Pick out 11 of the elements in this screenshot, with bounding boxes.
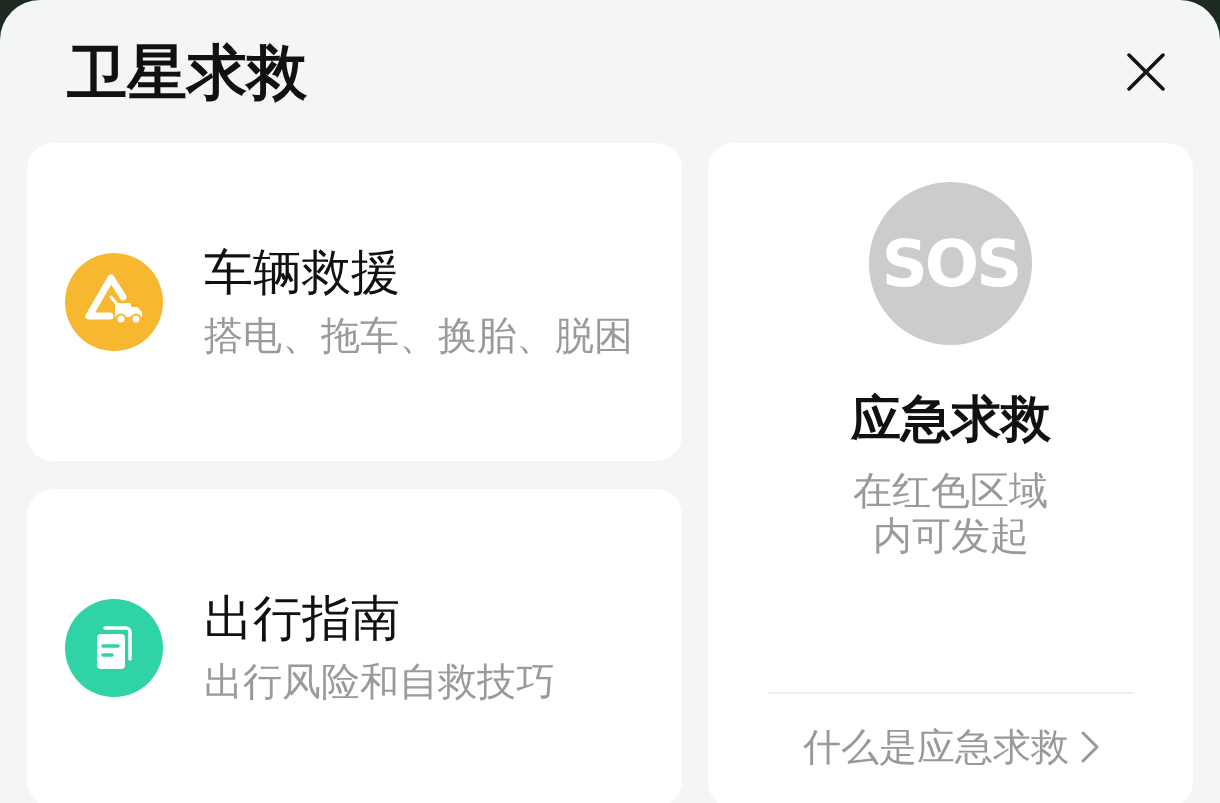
service-title: 出行指南 — [204, 589, 401, 649]
service-card[interactable]: 车辆救援 搭电、拖车、换胎、脱困 — [27, 143, 682, 461]
emergency-title: 应急求救 — [850, 390, 1051, 448]
close-icon — [1127, 52, 1165, 91]
service-subtitle: 搭电、拖车、换胎、脱困 — [204, 312, 633, 360]
emergency-description: 在红色区域内可发起 — [853, 468, 1048, 558]
chevron-right-icon — [1080, 731, 1099, 763]
panel-title: 卫星求救 — [67, 35, 307, 108]
service-title: 车辆救援 — [204, 243, 401, 303]
service-card[interactable]: 出行指南 出行风险和自救技巧 — [27, 489, 682, 803]
service-subtitle: 出行风险和自救技巧 — [204, 658, 555, 706]
